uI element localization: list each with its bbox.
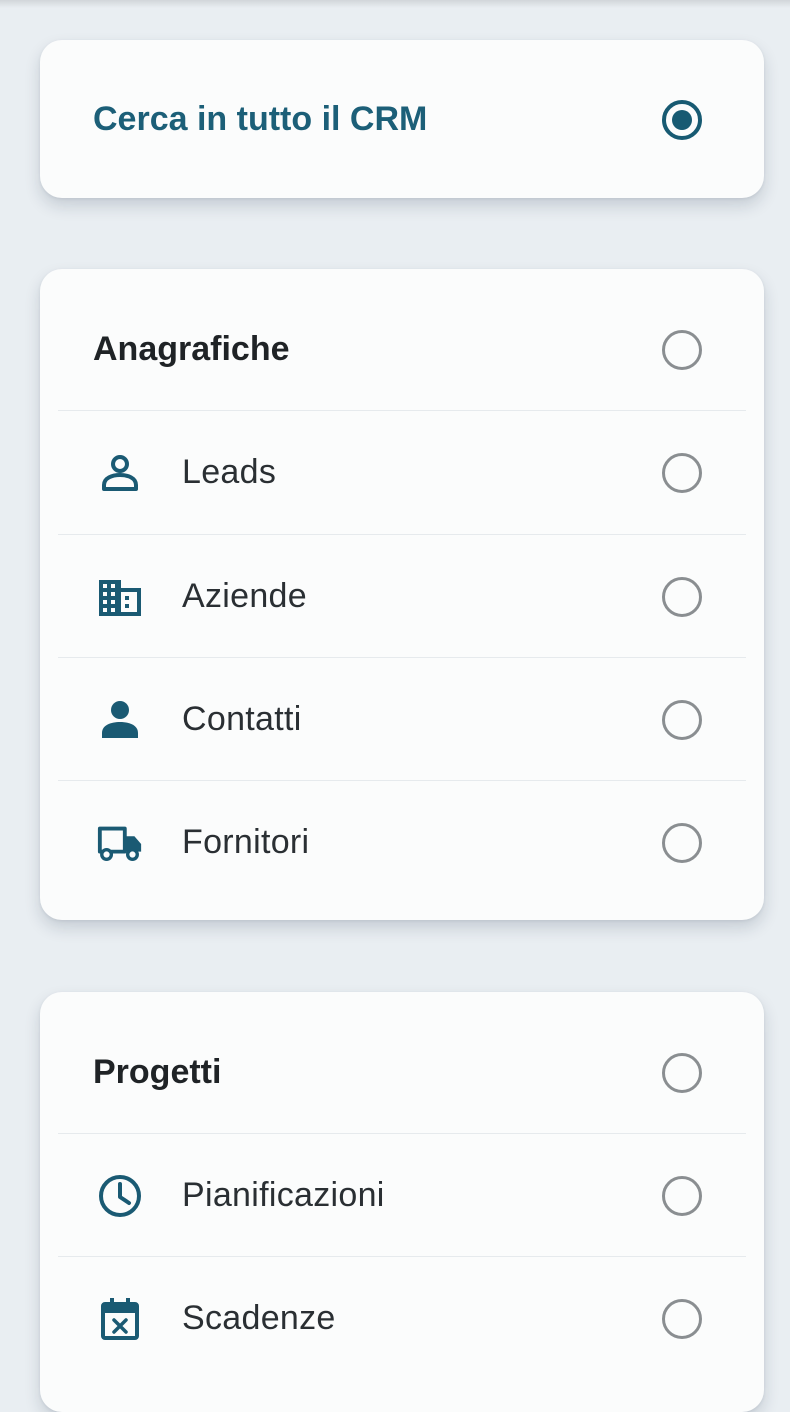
building-icon <box>96 573 144 621</box>
calendar-cancel-icon <box>96 1295 144 1343</box>
top-shadow <box>0 0 790 8</box>
option-label: Pianificazioni <box>182 1176 385 1214</box>
option-fornitori[interactable]: Fornitori <box>40 781 764 904</box>
option-aziende[interactable]: Aziende <box>40 535 764 658</box>
section-card-progetti: Progetti Pianificazioni Scadenze <box>40 992 764 1412</box>
option-radio-pianificazioni[interactable] <box>662 1175 702 1216</box>
option-label: Contatti <box>182 700 302 738</box>
option-radio-leads[interactable] <box>662 452 702 493</box>
option-contatti[interactable]: Contatti <box>40 658 764 781</box>
option-radio-contatti[interactable] <box>662 699 702 740</box>
option-label: Leads <box>182 453 277 491</box>
truck-icon <box>96 819 144 867</box>
option-pianificazioni[interactable]: Pianificazioni <box>40 1134 764 1257</box>
section-header-anagrafiche[interactable]: Anagrafiche <box>40 288 764 411</box>
search-all-label: Cerca in tutto il CRM <box>93 100 428 138</box>
search-all-card: Cerca in tutto il CRM <box>40 40 764 198</box>
section-radio-anagrafiche[interactable] <box>662 329 702 370</box>
option-scadenze[interactable]: Scadenze <box>40 1257 764 1380</box>
option-radio-aziende[interactable] <box>662 576 702 617</box>
option-leads[interactable]: Leads <box>40 411 764 534</box>
section-title: Progetti <box>93 1053 222 1091</box>
option-label: Aziende <box>182 577 307 615</box>
clock-icon <box>96 1172 144 1220</box>
search-all-option[interactable]: Cerca in tutto il CRM <box>40 58 764 181</box>
option-radio-fornitori[interactable] <box>662 822 702 863</box>
option-radio-scadenze[interactable] <box>662 1298 702 1339</box>
section-radio-progetti[interactable] <box>662 1052 702 1093</box>
person-outline-icon <box>96 449 144 497</box>
search-all-radio[interactable] <box>662 99 702 140</box>
section-title: Anagrafiche <box>93 330 290 368</box>
section-card-anagrafiche: Anagrafiche Leads Aziende Contatti Forni… <box>40 269 764 920</box>
option-label: Scadenze <box>182 1299 336 1337</box>
section-header-progetti[interactable]: Progetti <box>40 1011 764 1134</box>
person-icon <box>96 696 144 744</box>
option-label: Fornitori <box>182 823 310 861</box>
